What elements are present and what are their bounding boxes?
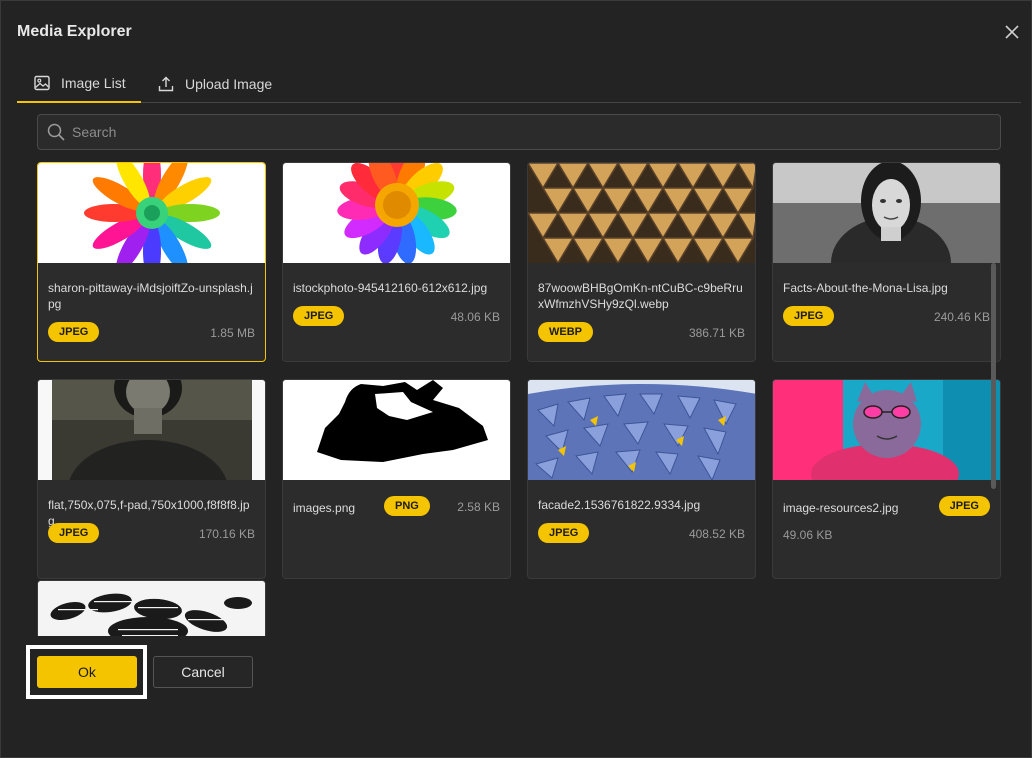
file-size: 48.06 KB [450, 310, 500, 324]
image-card[interactable]: sharon-pittaway-iMdsjoiftZo-unsplash.jpg… [37, 162, 266, 362]
tab-upload-image[interactable]: Upload Image [157, 65, 287, 103]
image-card[interactable]: istockphoto-945412160-612x612.jpg JPEG 4… [282, 162, 511, 362]
image-card[interactable]: images.png PNG 2.58 KB [282, 379, 511, 579]
search-icon [47, 123, 65, 141]
image-thumbnail [773, 380, 1000, 480]
image-thumbnail [38, 380, 265, 480]
tab-image-list-label: Image List [61, 75, 126, 91]
image-card[interactable]: image-resources2.jpg JPEG 49.06 KB [772, 379, 1001, 579]
file-type-badge: PNG [384, 496, 430, 516]
file-size: 408.52 KB [688, 527, 745, 541]
file-type-badge: JPEG [48, 322, 100, 342]
file-size: 2.58 KB [457, 500, 500, 514]
image-card[interactable]: Facts-About-the-Mona-Lisa.jpg JPEG 240.4… [772, 162, 1001, 362]
dialog-title: Media Explorer [17, 23, 132, 40]
file-type-badge: JPEG [938, 496, 990, 516]
tab-bar: Image List Upload Image [17, 65, 1021, 103]
file-type-badge: JPEG [48, 523, 100, 543]
image-card[interactable] [37, 580, 266, 636]
image-filename: images.png [293, 501, 356, 515]
search-input[interactable] [72, 124, 972, 140]
image-thumbnail [773, 163, 1000, 263]
image-filename: Facts-About-the-Mona-Lisa.jpg [783, 281, 948, 295]
close-icon[interactable] [1003, 23, 1021, 41]
image-filename: istockphoto-945412160-612x612.jpg [293, 281, 488, 295]
scrollbar-thumb[interactable] [991, 263, 996, 489]
image-card[interactable]: facade2.1536761822.9334.jpg JPEG 408.52 … [527, 379, 756, 579]
file-size: 386.71 KB [688, 326, 745, 340]
file-size: 1.85 MB [210, 326, 255, 340]
file-size: 170.16 KB [198, 527, 255, 541]
media-explorer-dialog: Media Explorer Image List Upload Image S… [0, 0, 1032, 758]
file-type-badge: JPEG [538, 523, 590, 543]
cancel-button[interactable]: Cancel [153, 656, 253, 688]
image-thumbnail [38, 163, 265, 263]
file-type-badge: JPEG [783, 306, 835, 326]
file-size: 49.06 KB [783, 528, 833, 542]
image-card[interactable]: flat,750x,075,f-pad,750x1000,f8f8f8.jpg … [37, 379, 266, 579]
image-thumbnail [528, 163, 755, 263]
image-thumbnail [283, 380, 510, 480]
upload-icon [158, 76, 174, 92]
ok-button[interactable]: Ok [37, 656, 137, 688]
image-card[interactable]: 87woowBHBgOmKn-ntCuBC-c9beRruxWfmzhVSHy9… [527, 162, 756, 362]
file-type-badge: WEBP [538, 322, 593, 342]
image-thumbnail [283, 163, 510, 263]
image-filename: image-resources2.jpg [783, 501, 899, 515]
image-filename: 87woowBHBgOmKn-ntCuBC-c9beRruxWfmzhVSHy9… [538, 281, 743, 311]
image-icon [34, 75, 50, 91]
search-box [37, 114, 1001, 150]
tab-upload-image-label: Upload Image [185, 76, 273, 92]
file-type-badge: JPEG [293, 306, 345, 326]
image-filename: sharon-pittaway-iMdsjoiftZo-unsplash.jpg [48, 281, 253, 311]
image-thumbnail [38, 581, 265, 636]
image-filename: facade2.1536761822.9334.jpg [538, 498, 701, 512]
image-grid: sharon-pittaway-iMdsjoiftZo-unsplash.jpg… [37, 162, 1001, 636]
file-size: 240.46 KB [933, 310, 990, 324]
tab-image-list[interactable]: Image List [17, 65, 141, 103]
image-thumbnail [528, 380, 755, 480]
